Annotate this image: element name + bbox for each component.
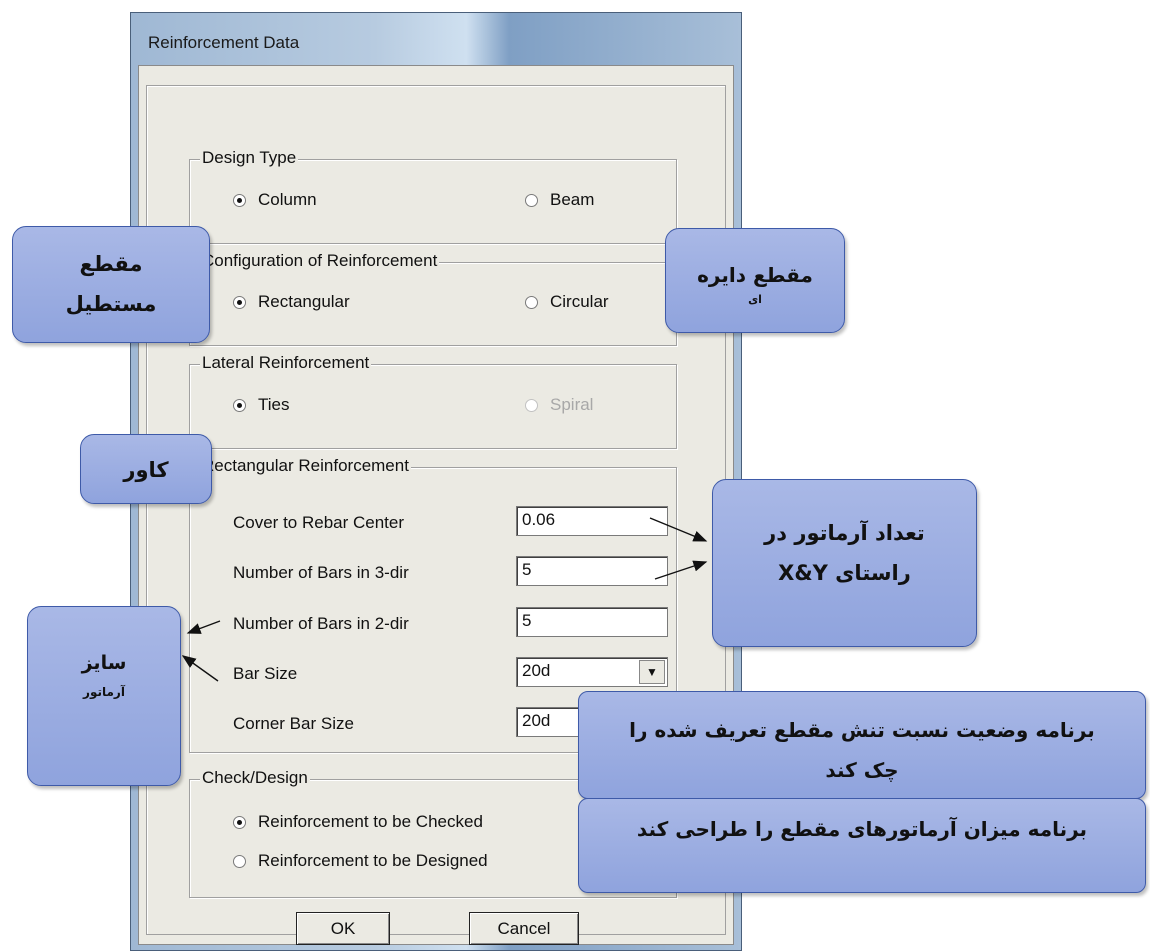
arrow-to-bar-size	[186, 620, 221, 634]
arrow-to-bars3	[649, 517, 708, 542]
annotation-arrows	[181, 517, 708, 682]
arrow-to-corner-bar-size	[181, 655, 219, 682]
arrow-to-bars2	[654, 560, 708, 580]
